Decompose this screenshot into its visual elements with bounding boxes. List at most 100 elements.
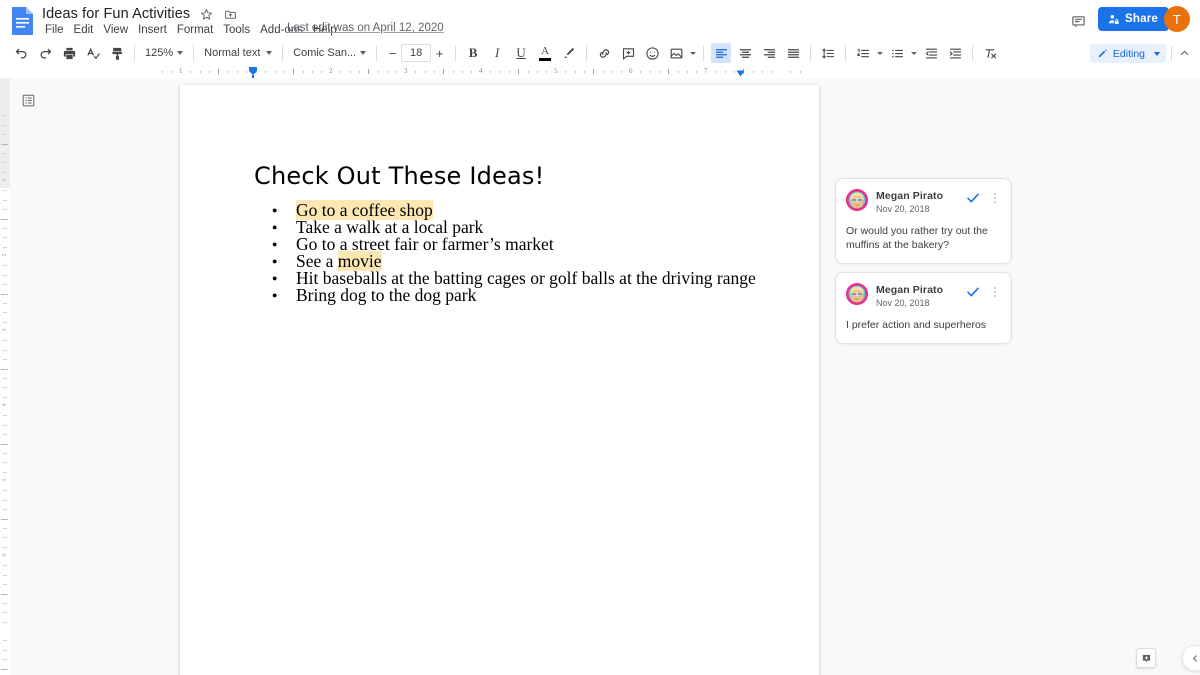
comment-date: Nov 20, 2018 <box>876 298 930 308</box>
move-to-folder-icon[interactable] <box>223 7 238 22</box>
vertical-ruler-tick <box>3 649 7 651</box>
insert-emoji-icon[interactable] <box>642 43 662 63</box>
ruler-tick <box>208 71 210 73</box>
vertical-ruler-tick <box>1 293 8 295</box>
more-options-icon[interactable] <box>989 190 1001 206</box>
comment-card[interactable]: Megan Pirato Nov 20, 2018 I prefer actio… <box>835 272 1012 344</box>
numbered-list-dropdown[interactable] <box>875 43 885 63</box>
horizontal-ruler[interactable]: 11234567 <box>0 66 1200 78</box>
menu-tools[interactable]: Tools <box>218 23 255 37</box>
checkmark-icon[interactable] <box>965 284 981 300</box>
ruler-tick <box>199 71 201 73</box>
avatar[interactable]: T <box>1164 6 1190 32</box>
line-spacing-icon[interactable] <box>818 43 838 63</box>
last-edit-link[interactable]: Last edit was on April 12, 2020 <box>287 22 444 34</box>
checkmark-icon[interactable] <box>965 190 981 206</box>
toolbar-divider <box>134 45 135 61</box>
explore-icon[interactable] <box>1136 648 1156 668</box>
document-page[interactable]: Check Out These Ideas! Go to a coffee sh… <box>180 85 819 675</box>
ruler-tick <box>358 71 360 73</box>
comments-pane: Megan Pirato Nov 20, 2018 Or would you r… <box>835 178 1012 352</box>
spellcheck-icon[interactable] <box>83 43 103 63</box>
insert-link-icon[interactable] <box>594 43 614 63</box>
paint-format-icon[interactable] <box>107 43 127 63</box>
chevron-down-icon <box>177 51 184 55</box>
clear-formatting-icon[interactable] <box>980 43 1000 63</box>
editing-mode-button[interactable]: Editing <box>1089 44 1166 63</box>
comment-author: Megan Pirato <box>876 284 944 296</box>
vertical-ruler-number: 6 <box>2 553 8 557</box>
menu-edit[interactable]: Edit <box>69 23 99 37</box>
ruler-tick <box>546 71 548 73</box>
comment-history-icon[interactable] <box>1065 8 1091 34</box>
insert-image-dropdown[interactable] <box>688 43 698 63</box>
paragraph-style-value: Normal text <box>204 47 261 59</box>
vertical-ruler-tick <box>1 443 8 445</box>
zoom-dropdown[interactable]: 125% <box>140 43 188 63</box>
menu-format[interactable]: Format <box>172 23 218 37</box>
comment-card[interactable]: Megan Pirato Nov 20, 2018 Or would you r… <box>835 178 1012 264</box>
bulleted-list-dropdown[interactable] <box>909 43 919 63</box>
increase-indent-icon[interactable] <box>945 43 965 63</box>
document-heading[interactable]: Check Out These Ideas! <box>254 162 544 190</box>
toolbar-divider <box>376 45 378 61</box>
ruler-tick <box>190 71 192 73</box>
ruler-tick <box>583 71 585 73</box>
vertical-ruler-tick <box>3 434 7 436</box>
vertical-ruler-tick <box>1 218 8 220</box>
share-button-label: Share <box>1125 13 1158 25</box>
page-title[interactable]: Ideas for Fun Activities <box>42 6 190 22</box>
print-icon[interactable] <box>59 43 79 63</box>
font-size-decrease-button[interactable]: − <box>384 43 401 63</box>
ruler-tick <box>377 71 379 73</box>
ruler-tick <box>602 71 604 73</box>
paragraph-style-dropdown[interactable]: Normal text <box>199 43 277 63</box>
docs-file-icon[interactable] <box>10 6 36 36</box>
comment-meta: Megan Pirato Nov 20, 2018 <box>876 189 957 216</box>
bulleted-list-icon[interactable] <box>887 43 907 63</box>
font-family-dropdown[interactable]: Comic San... <box>288 43 371 63</box>
chevron-down-icon <box>1154 51 1160 56</box>
italic-button[interactable]: I <box>487 43 507 63</box>
ruler-tick <box>677 71 679 73</box>
bold-button[interactable]: B <box>463 43 483 63</box>
align-left-icon[interactable] <box>711 43 732 63</box>
underline-button[interactable]: U <box>511 43 531 63</box>
menu-file[interactable]: File <box>40 23 69 37</box>
menu-insert[interactable]: Insert <box>133 23 172 37</box>
vertical-ruler-tick <box>3 246 7 248</box>
right-margin-marker[interactable] <box>736 70 745 77</box>
align-center-icon[interactable] <box>735 43 755 63</box>
ruler-tick <box>724 71 726 73</box>
list-item[interactable]: Bring dog to the dog park <box>270 286 756 304</box>
ruler-number: 4 <box>479 67 483 75</box>
document-title-row: Ideas for Fun Activities <box>42 4 238 24</box>
decrease-indent-icon[interactable] <box>921 43 941 63</box>
text-color-button[interactable]: A <box>535 43 555 63</box>
redo-icon[interactable] <box>35 43 55 63</box>
more-options-icon[interactable] <box>989 284 1001 300</box>
font-size-input[interactable]: 18 <box>401 44 432 62</box>
chevron-up-icon[interactable] <box>1174 44 1194 63</box>
share-button[interactable]: Share <box>1098 7 1169 31</box>
highlight-pen-icon[interactable] <box>559 43 579 63</box>
chevron-down-icon <box>877 51 884 55</box>
star-outline-icon[interactable] <box>199 7 214 22</box>
add-comment-icon[interactable] <box>618 43 638 63</box>
insert-image-icon[interactable] <box>666 43 686 63</box>
menu-view[interactable]: View <box>98 23 133 37</box>
undo-icon[interactable] <box>11 43 31 63</box>
font-size-increase-button[interactable]: + <box>431 43 448 63</box>
vertical-ruler[interactable]: 1 2 3 4 5 6 <box>0 78 10 675</box>
vertical-ruler-tick <box>3 359 7 361</box>
align-justify-icon[interactable] <box>783 43 803 63</box>
document-bullet-list[interactable]: Go to a coffee shopTake a walk at a loca… <box>270 200 756 304</box>
ruler-number: 1 <box>179 67 183 75</box>
numbered-list-icon[interactable] <box>853 43 873 63</box>
vertical-ruler-number: 1 <box>2 178 8 182</box>
vertical-ruler-tick <box>3 396 7 398</box>
comment-meta: Megan Pirato Nov 20, 2018 <box>876 283 957 310</box>
document-outline-icon[interactable] <box>17 89 39 111</box>
align-right-icon[interactable] <box>759 43 779 63</box>
left-indent-marker[interactable] <box>248 67 258 78</box>
